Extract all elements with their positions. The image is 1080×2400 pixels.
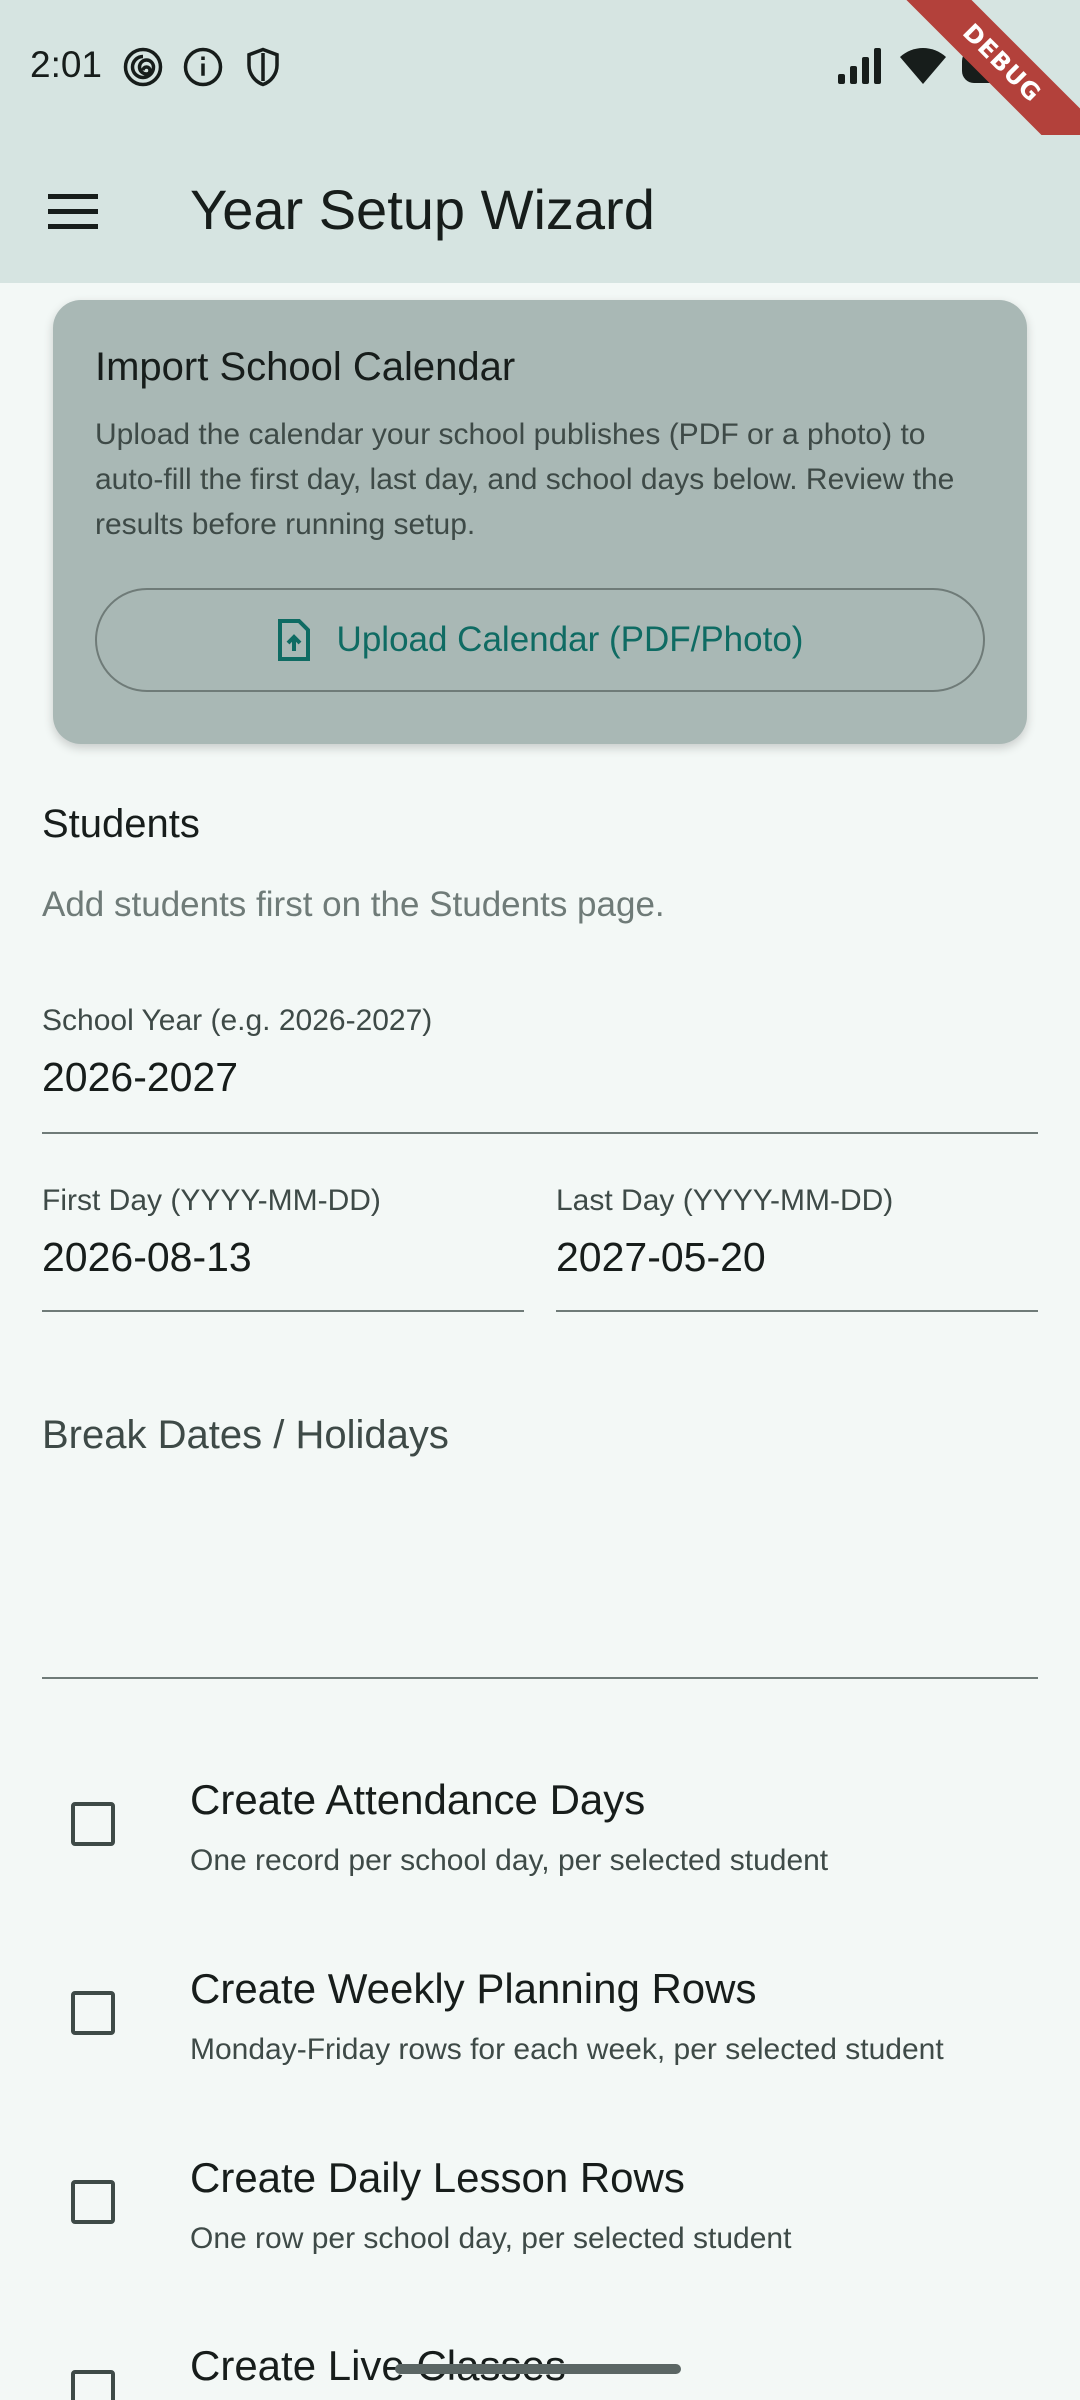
option-subtitle: One row per school day, per selected stu… xyxy=(190,2222,792,2255)
option-title: Create Weekly Planning Rows xyxy=(190,1965,757,2012)
first-day-field[interactable]: First Day (YYYY-MM-DD) 2026-08-13 xyxy=(42,1180,524,1312)
page-title: Year Setup Wizard xyxy=(190,178,655,241)
option-subtitle: Monday-Friday rows for each week, per se… xyxy=(190,2033,944,2066)
info-icon xyxy=(183,47,223,87)
wifi-icon xyxy=(900,48,946,84)
shield-icon xyxy=(247,47,279,87)
first-day-label: First Day (YYYY-MM-DD) xyxy=(42,1184,381,1217)
card-title: Import School Calendar xyxy=(95,345,516,389)
break-dates-placeholder: Break Dates / Holidays xyxy=(42,1413,449,1457)
students-title: Students xyxy=(42,802,200,846)
status-notification-icons xyxy=(122,46,284,88)
upload-calendar-button[interactable]: Upload Calendar (PDF/Photo) xyxy=(95,588,985,692)
attendance-days-checkbox[interactable] xyxy=(71,1802,115,1846)
status-time: 2:01 xyxy=(30,44,103,85)
app-bar: Year Setup Wizard xyxy=(0,135,1080,283)
weekly-planning-checkbox[interactable] xyxy=(71,1991,115,2035)
gesture-nav-handle[interactable] xyxy=(395,2364,681,2374)
upload-button-label: Upload Calendar (PDF/Photo) xyxy=(336,620,804,659)
last-day-label: Last Day (YYYY-MM-DD) xyxy=(556,1184,894,1217)
daily-lessons-checkbox[interactable] xyxy=(71,2180,115,2224)
students-hint: Add students first on the Students page. xyxy=(42,885,665,924)
first-day-value: 2026-08-13 xyxy=(42,1234,252,1280)
last-day-field[interactable]: Last Day (YYYY-MM-DD) 2027-05-20 xyxy=(556,1180,1038,1312)
option-attendance-days[interactable]: Create Attendance Days One record per sc… xyxy=(0,1762,1080,1942)
hamburger-menu-icon xyxy=(48,194,98,229)
live-classes-checkbox[interactable] xyxy=(71,2370,115,2400)
last-day-value: 2027-05-20 xyxy=(556,1234,766,1280)
card-description: Upload the calendar your school publishe… xyxy=(95,418,955,541)
option-subtitle: One record per school day, per selected … xyxy=(190,1844,829,1877)
spiral-app-icon xyxy=(123,47,163,87)
option-daily-lessons[interactable]: Create Daily Lesson Rows One row per sch… xyxy=(0,2140,1080,2320)
status-bar: 2:01 DEBUG xyxy=(0,0,1080,179)
school-year-label: School Year (e.g. 2026-2027) xyxy=(42,1004,433,1037)
break-dates-field[interactable]: Break Dates / Holidays xyxy=(42,1405,1038,1679)
file-upload-icon xyxy=(277,619,310,661)
option-title: Create Daily Lesson Rows xyxy=(190,2154,685,2201)
option-title: Create Attendance Days xyxy=(190,1776,646,1823)
option-weekly-planning[interactable]: Create Weekly Planning Rows Monday-Frida… xyxy=(0,1951,1080,2131)
import-calendar-card: Import School Calendar Upload the calend… xyxy=(53,300,1027,744)
signal-icon xyxy=(838,48,881,84)
school-year-value: 2026-2027 xyxy=(42,1054,239,1100)
menu-button[interactable] xyxy=(36,175,110,249)
school-year-field[interactable]: School Year (e.g. 2026-2027) 2026-2027 xyxy=(42,1000,1038,1134)
